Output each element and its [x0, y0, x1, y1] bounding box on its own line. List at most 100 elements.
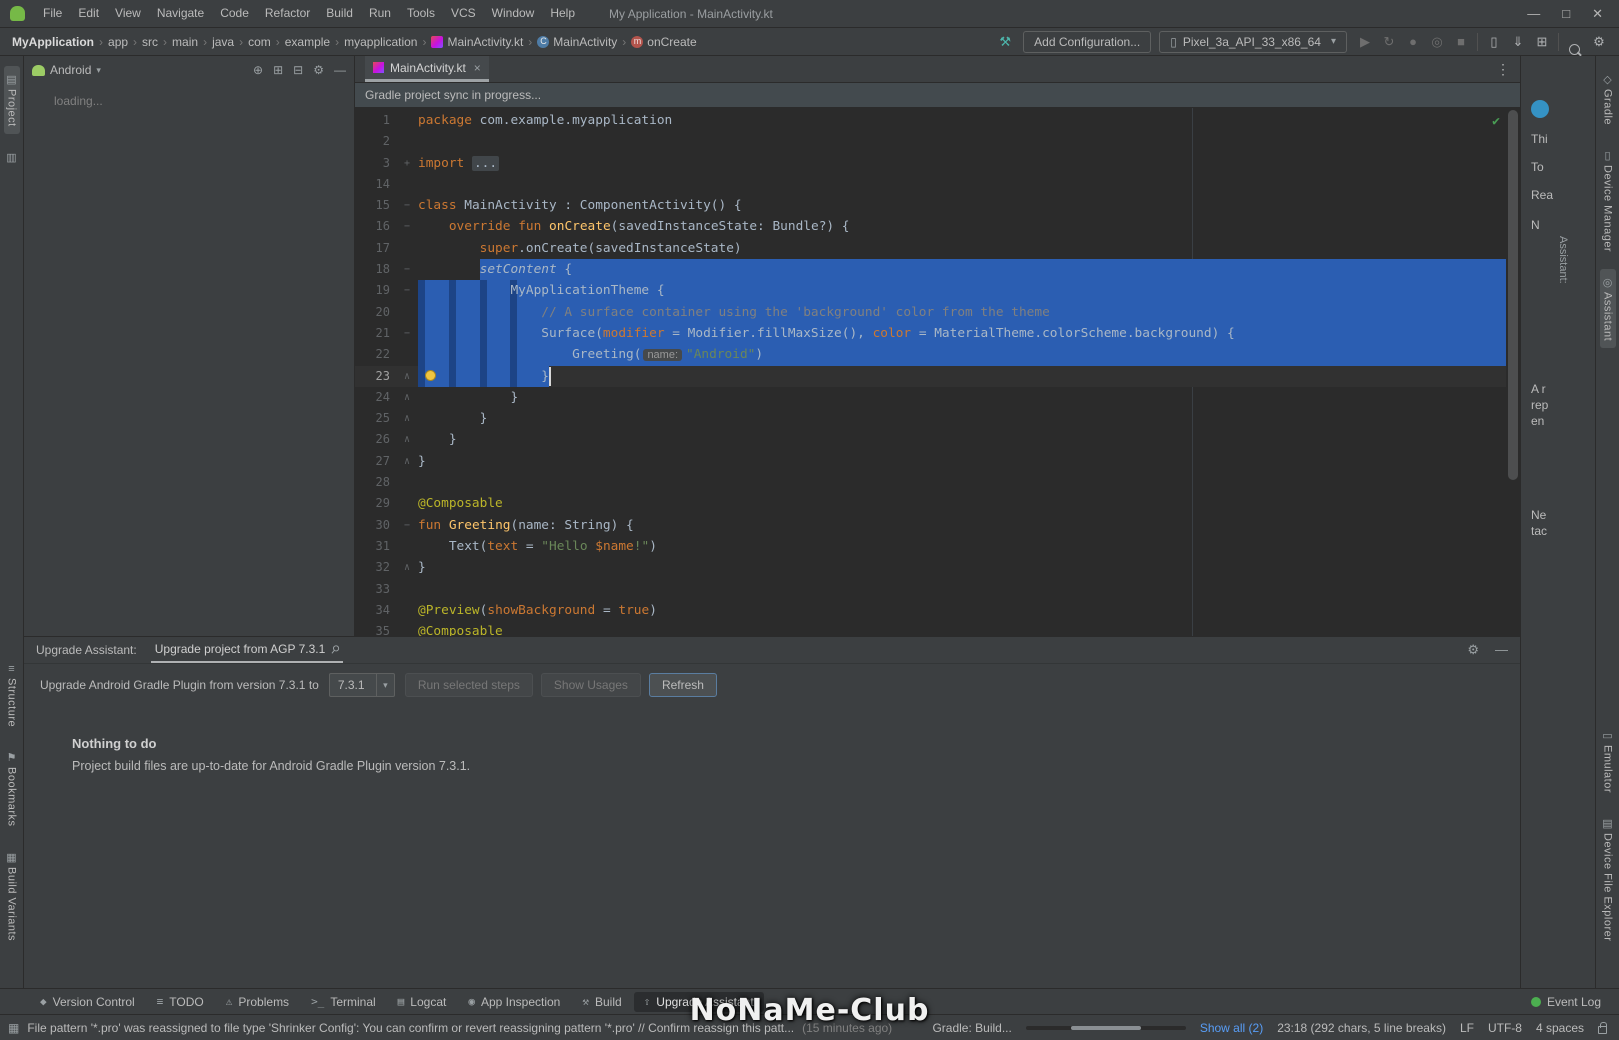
toolwindow-button-terminal[interactable]: >_Terminal — [301, 992, 386, 1012]
intention-bulb-icon[interactable] — [425, 370, 436, 381]
add-configuration-button[interactable]: Add Configuration... — [1023, 31, 1151, 53]
scrollbar-thumb[interactable] — [1508, 110, 1518, 480]
menu-file[interactable]: File — [35, 0, 70, 27]
toolwindow-button-app-inspection[interactable]: ◉App Inspection — [458, 992, 570, 1012]
hide-icon[interactable]: — — [1495, 642, 1508, 658]
layout-inspector-icon[interactable]: ⊞ — [1532, 34, 1552, 50]
fold-marker-icon[interactable]: − — [396, 259, 418, 280]
code-line-21[interactable]: 21− Surface(modifier = Modifier.fillMaxS… — [355, 323, 1520, 344]
toolwindow-button-version-control[interactable]: ◆Version Control — [30, 992, 145, 1012]
code-line-30[interactable]: 30−fun Greeting(name: String) { — [355, 515, 1520, 536]
version-combobox[interactable]: 7.3.1 ▾ — [329, 673, 395, 697]
wrench-icon[interactable]: ⚒ — [995, 34, 1015, 50]
indent-widget[interactable]: 4 spaces — [1536, 1021, 1584, 1035]
code-line-27[interactable]: 27∧} — [355, 451, 1520, 472]
fold-marker-icon[interactable]: + — [396, 153, 418, 174]
editor-scrollbar[interactable] — [1506, 108, 1520, 636]
project-tab[interactable]: ▤Project — [4, 66, 20, 134]
upgrade-assistant-tab[interactable]: Upgrade project from AGP 7.3.1 ⚲ — [151, 637, 344, 663]
breadcrumb-src[interactable]: src — [140, 35, 160, 49]
toolwindow-button-upgrade-assistant[interactable]: ⇧Upgrade Assistant — [634, 992, 764, 1012]
sdk-manager-icon[interactable]: ⇓ — [1508, 34, 1528, 50]
menu-navigate[interactable]: Navigate — [149, 0, 212, 27]
show-all-link[interactable]: Show all (2) — [1200, 1021, 1263, 1035]
hide-icon[interactable]: — — [334, 63, 346, 77]
emulator-tab[interactable]: ▭Emulator — [1600, 722, 1616, 800]
code-line-3[interactable]: 3+import ... — [355, 153, 1520, 174]
run-selected-steps-button[interactable]: Run selected steps — [405, 673, 533, 697]
show-usages-button[interactable]: Show Usages — [541, 673, 641, 697]
toolwindow-button-build[interactable]: ⚒Build — [572, 992, 631, 1012]
code-line-17[interactable]: 17 super.onCreate(savedInstanceState) — [355, 238, 1520, 259]
minimize-button[interactable]: — — [1527, 6, 1540, 22]
maximize-button[interactable]: □ — [1562, 6, 1570, 22]
breadcrumb-java[interactable]: java — [210, 35, 236, 49]
breadcrumb-com[interactable]: com — [246, 35, 273, 49]
code-line-35[interactable]: 35@Composable — [355, 621, 1520, 636]
menu-edit[interactable]: Edit — [70, 0, 107, 27]
breadcrumb-myapplication[interactable]: myapplication — [342, 35, 419, 49]
more-icon[interactable]: ⋮ — [1496, 61, 1510, 78]
fold-marker-icon[interactable]: ∧ — [396, 366, 418, 387]
code-line-33[interactable]: 33 — [355, 579, 1520, 600]
settings-icon[interactable]: ⚙ — [1589, 34, 1609, 50]
menu-window[interactable]: Window — [484, 0, 543, 27]
menu-build[interactable]: Build — [318, 0, 361, 27]
breadcrumb-app[interactable]: app — [106, 35, 130, 49]
code-line-32[interactable]: 32∧} — [355, 557, 1520, 578]
breadcrumb-mainactivity[interactable]: MainActivity — [535, 35, 619, 49]
bookmarks-tab[interactable]: ⚑Bookmarks — [4, 744, 20, 834]
refresh-button[interactable]: Refresh — [649, 673, 717, 697]
fold-marker-icon[interactable]: ∧ — [396, 408, 418, 429]
caret-position-widget[interactable]: 23:18 (292 chars, 5 line breaks) — [1277, 1021, 1446, 1035]
breadcrumb-example[interactable]: example — [283, 35, 332, 49]
code-line-19[interactable]: 19− MyApplicationTheme { — [355, 280, 1520, 301]
settings-icon[interactable]: ⚙ — [1467, 642, 1479, 658]
code-line-28[interactable]: 28 — [355, 472, 1520, 493]
tool-window-switcher-icon[interactable]: ▦ — [8, 1021, 19, 1035]
code-line-22[interactable]: 22 Greeting(name:"Android") — [355, 344, 1520, 365]
code-line-16[interactable]: 16− override fun onCreate(savedInstanceS… — [355, 216, 1520, 237]
menu-run[interactable]: Run — [361, 0, 399, 27]
code-line-2[interactable]: 2 — [355, 131, 1520, 152]
toolwindow-button-logcat[interactable]: ▤Logcat — [388, 992, 457, 1012]
menu-view[interactable]: View — [107, 0, 149, 27]
code-line-25[interactable]: 25∧ } — [355, 408, 1520, 429]
close-button[interactable]: ✕ — [1592, 6, 1603, 22]
run-icon[interactable]: ▶ — [1355, 34, 1375, 50]
fold-marker-icon[interactable]: − — [396, 216, 418, 237]
stop-icon[interactable]: ■ — [1451, 34, 1471, 49]
code-line-26[interactable]: 26∧ } — [355, 429, 1520, 450]
code-line-20[interactable]: 20 // A surface container using the 'bac… — [355, 302, 1520, 323]
fold-marker-icon[interactable]: − — [396, 515, 418, 536]
resource-manager-tab[interactable]: ▥ — [4, 144, 18, 171]
event-log-button[interactable]: Event Log — [1531, 995, 1611, 1009]
code-line-1[interactable]: 1package com.example.myapplication — [355, 110, 1520, 131]
toolwindow-button-problems[interactable]: ⚠Problems — [216, 992, 299, 1012]
encoding-widget[interactable]: UTF-8 — [1488, 1021, 1522, 1035]
code-line-31[interactable]: 31 Text(text = "Hello $name!") — [355, 536, 1520, 557]
structure-tab[interactable]: ≡Structure — [4, 656, 20, 734]
project-view-selector[interactable]: Android — [50, 63, 91, 77]
fold-marker-icon[interactable]: − — [396, 323, 418, 344]
menu-help[interactable]: Help — [542, 0, 583, 27]
chevron-down-icon[interactable]: ▾ — [96, 65, 101, 76]
profiler-icon[interactable]: ◎ — [1427, 34, 1447, 50]
breadcrumb-main[interactable]: main — [170, 35, 200, 49]
breadcrumb-myapplication[interactable]: MyApplication — [10, 35, 96, 49]
toolwindow-button-todo[interactable]: ≡TODO — [147, 992, 214, 1012]
breadcrumb-oncreate[interactable]: onCreate — [629, 35, 698, 49]
code-editor[interactable]: 1package com.example.myapplication23+imp… — [355, 108, 1520, 636]
fold-marker-icon[interactable]: ∧ — [396, 387, 418, 408]
code-line-34[interactable]: 34@Preview(showBackground = true) — [355, 600, 1520, 621]
menu-tools[interactable]: Tools — [399, 0, 443, 27]
debug-icon[interactable]: ● — [1403, 34, 1423, 49]
apply-changes-icon[interactable]: ↻ — [1379, 34, 1399, 50]
code-line-24[interactable]: 24∧ } — [355, 387, 1520, 408]
fold-marker-icon[interactable]: ∧ — [396, 557, 418, 578]
assistant-tab[interactable]: ◎Assistant — [1600, 269, 1616, 348]
code-line-29[interactable]: 29@Composable — [355, 493, 1520, 514]
code-line-14[interactable]: 14 — [355, 174, 1520, 195]
code-line-23[interactable]: 23∧ } — [355, 366, 1520, 387]
collapse-all-icon[interactable]: ⊟ — [293, 63, 303, 77]
